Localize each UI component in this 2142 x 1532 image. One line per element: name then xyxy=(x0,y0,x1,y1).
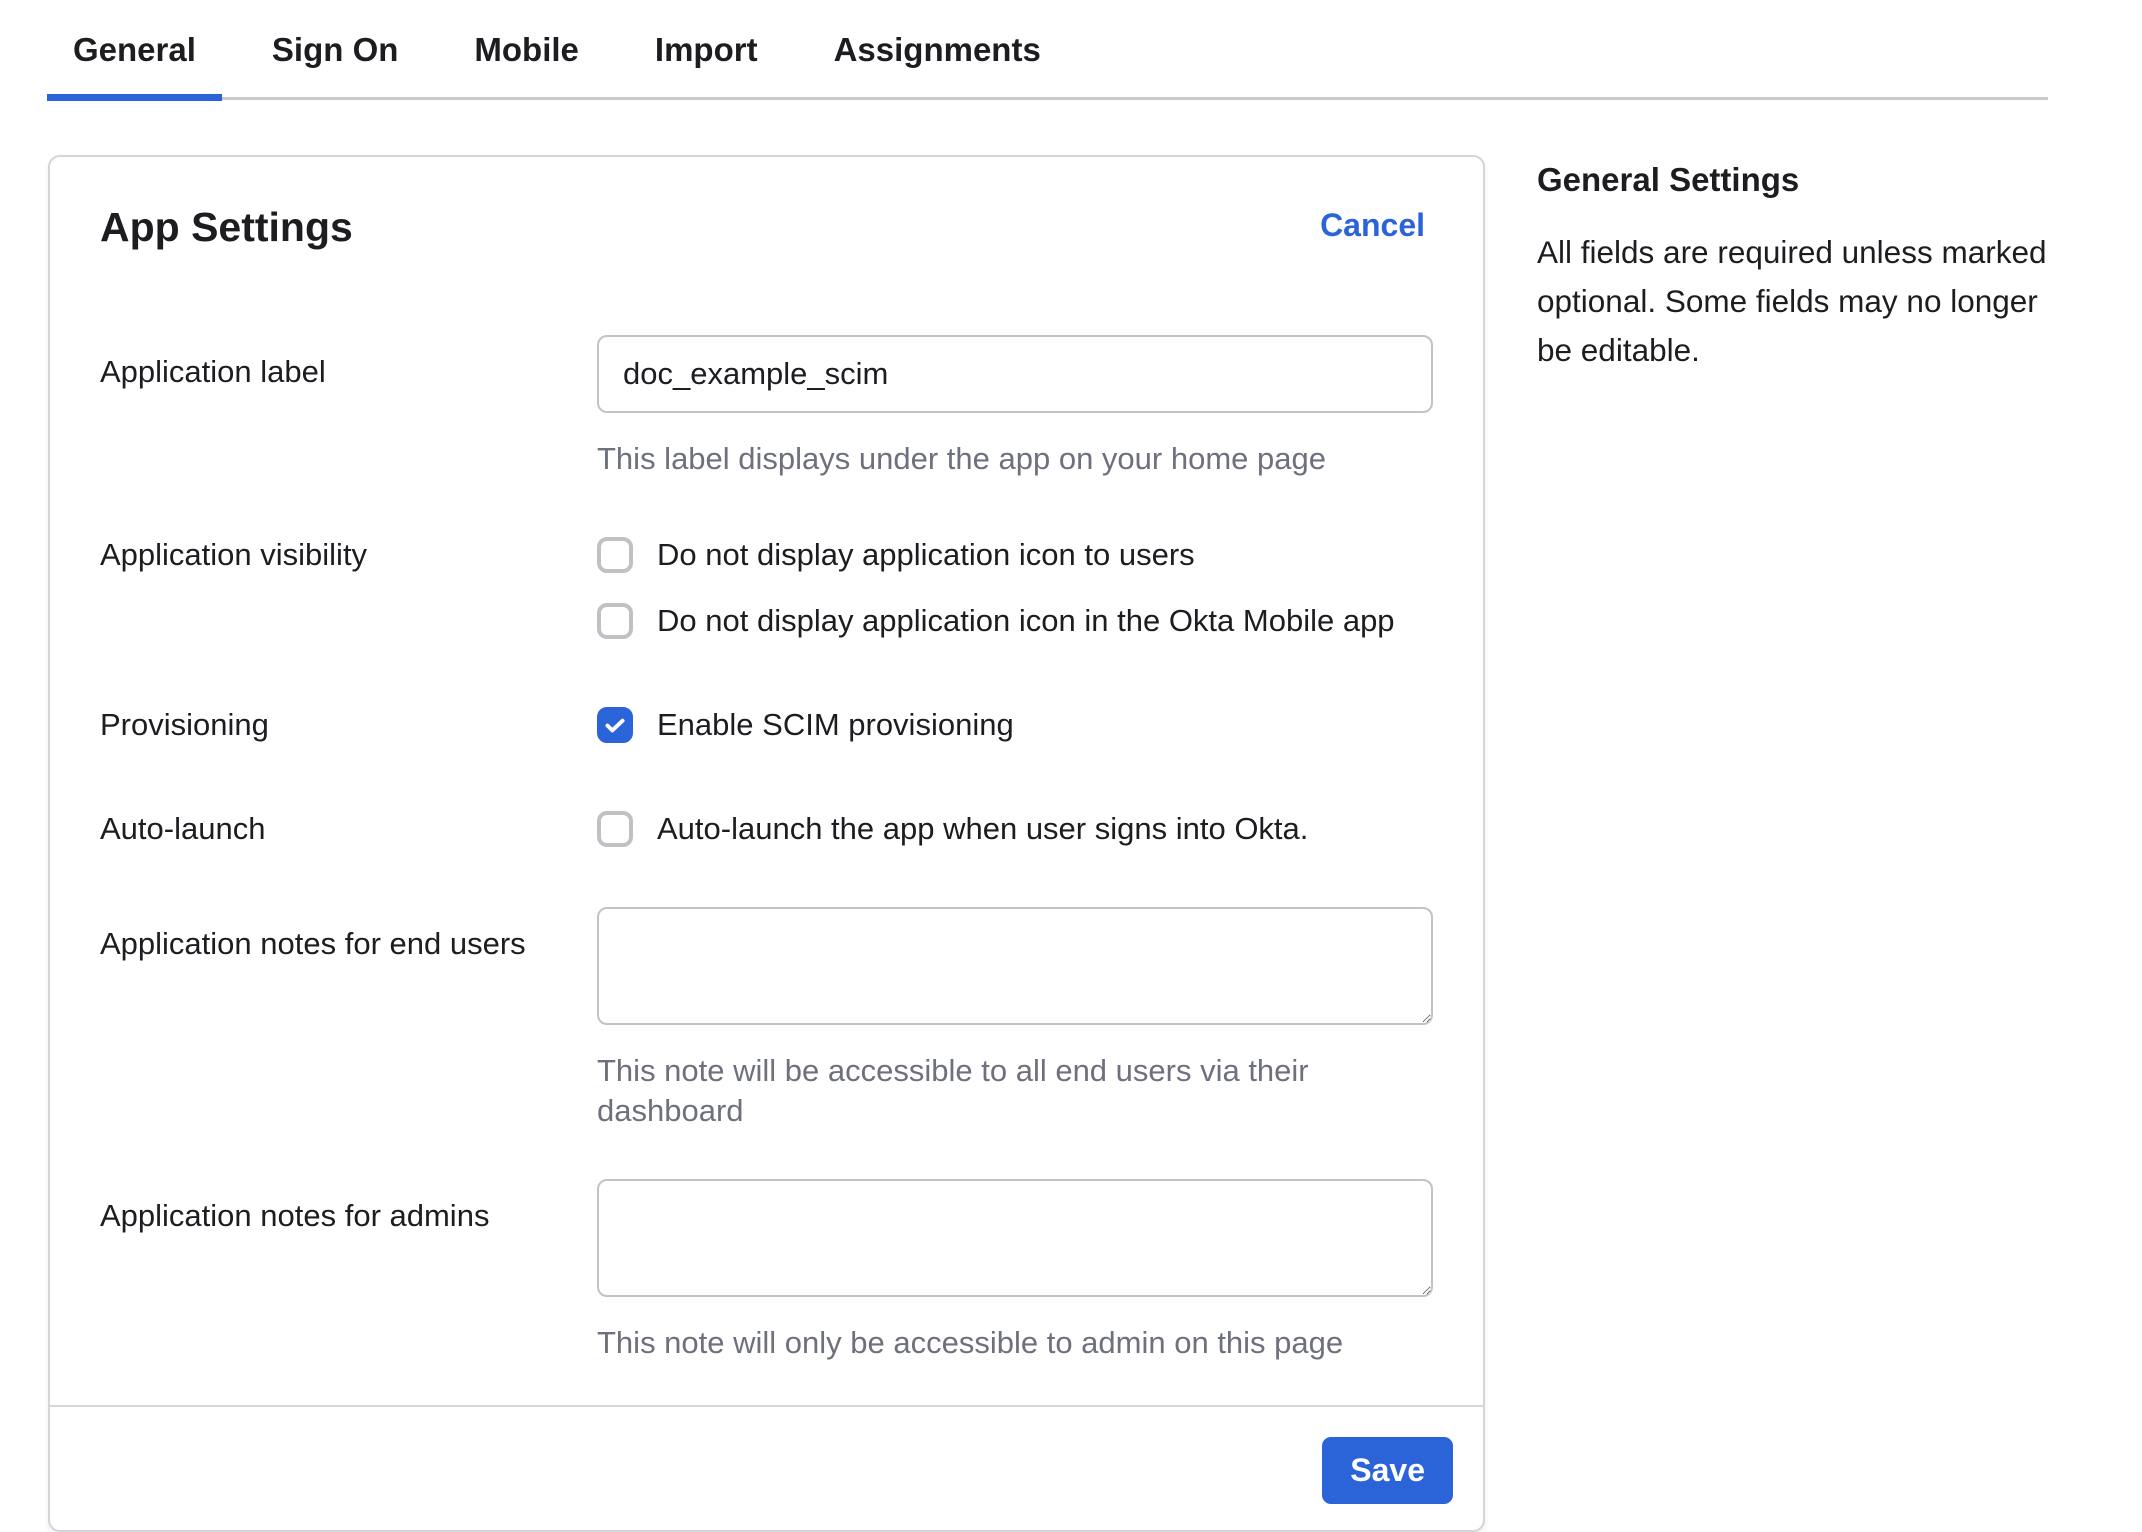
card-body: Application label This label displays un… xyxy=(50,251,1483,1363)
visibility-users-option[interactable]: Do not display application icon to users xyxy=(597,535,1433,575)
application-label-helper: This label displays under the app on you… xyxy=(597,439,1433,479)
checkbox-label: Do not display application icon to users xyxy=(657,535,1195,575)
tab-general[interactable]: General xyxy=(47,30,222,97)
checkbox-hide-icon-mobile[interactable] xyxy=(597,603,633,639)
tab-assignments[interactable]: Assignments xyxy=(808,30,1067,97)
field-label-notes-end-users: Application notes for end users xyxy=(100,907,597,1131)
help-panel-body: All fields are required unless marked op… xyxy=(1537,228,2065,375)
notes-end-users-textarea[interactable] xyxy=(597,907,1433,1025)
checkbox-label: Enable SCIM provisioning xyxy=(657,705,1014,745)
field-label-application-label: Application label xyxy=(100,335,597,479)
checkbox-hide-icon-users[interactable] xyxy=(597,537,633,573)
help-panel-heading: General Settings xyxy=(1537,160,2065,200)
tab-mobile[interactable]: Mobile xyxy=(448,30,605,97)
checkbox-auto-launch[interactable] xyxy=(597,811,633,847)
checkbox-enable-scim[interactable] xyxy=(597,707,633,743)
app-settings-card: App Settings Cancel Application label Th… xyxy=(48,155,1485,1532)
row-provisioning: Provisioning Enable SCIM provisioning xyxy=(100,705,1433,745)
row-notes-end-users: Application notes for end users This not… xyxy=(100,907,1433,1131)
auto-launch-option[interactable]: Auto-launch the app when user signs into… xyxy=(597,809,1433,849)
checkbox-label: Do not display application icon in the O… xyxy=(657,601,1395,641)
row-application-visibility: Application visibility Do not display ap… xyxy=(100,535,1433,641)
tab-bar: General Sign On Mobile Import Assignment… xyxy=(47,0,2048,100)
page-content: App Settings Cancel Application label Th… xyxy=(0,155,2142,1532)
row-auto-launch: Auto-launch Auto-launch the app when use… xyxy=(100,809,1433,849)
tab-import[interactable]: Import xyxy=(629,30,784,97)
card-header: App Settings Cancel xyxy=(50,157,1483,251)
provisioning-option[interactable]: Enable SCIM provisioning xyxy=(597,705,1433,745)
visibility-mobile-option[interactable]: Do not display application icon in the O… xyxy=(597,601,1433,641)
cancel-link[interactable]: Cancel xyxy=(1320,203,1425,247)
checkmark-icon xyxy=(602,712,628,738)
card-footer: Save xyxy=(50,1405,1483,1530)
field-label-auto-launch: Auto-launch xyxy=(100,809,597,849)
field-label-provisioning: Provisioning xyxy=(100,705,597,745)
checkbox-label: Auto-launch the app when user signs into… xyxy=(657,809,1308,849)
card-title: App Settings xyxy=(100,203,353,251)
field-label-application-visibility: Application visibility xyxy=(100,535,597,641)
field-label-notes-admins: Application notes for admins xyxy=(100,1179,597,1363)
tab-sign-on[interactable]: Sign On xyxy=(246,30,425,97)
general-settings-help-panel: General Settings All fields are required… xyxy=(1537,155,2065,375)
save-button[interactable]: Save xyxy=(1322,1437,1453,1504)
notes-admins-helper: This note will only be accessible to adm… xyxy=(597,1323,1433,1363)
row-application-label: Application label This label displays un… xyxy=(100,335,1433,479)
notes-end-users-helper: This note will be accessible to all end … xyxy=(597,1051,1433,1131)
row-notes-admins: Application notes for admins This note w… xyxy=(100,1179,1433,1363)
notes-admins-textarea[interactable] xyxy=(597,1179,1433,1297)
application-label-input[interactable] xyxy=(597,335,1433,413)
